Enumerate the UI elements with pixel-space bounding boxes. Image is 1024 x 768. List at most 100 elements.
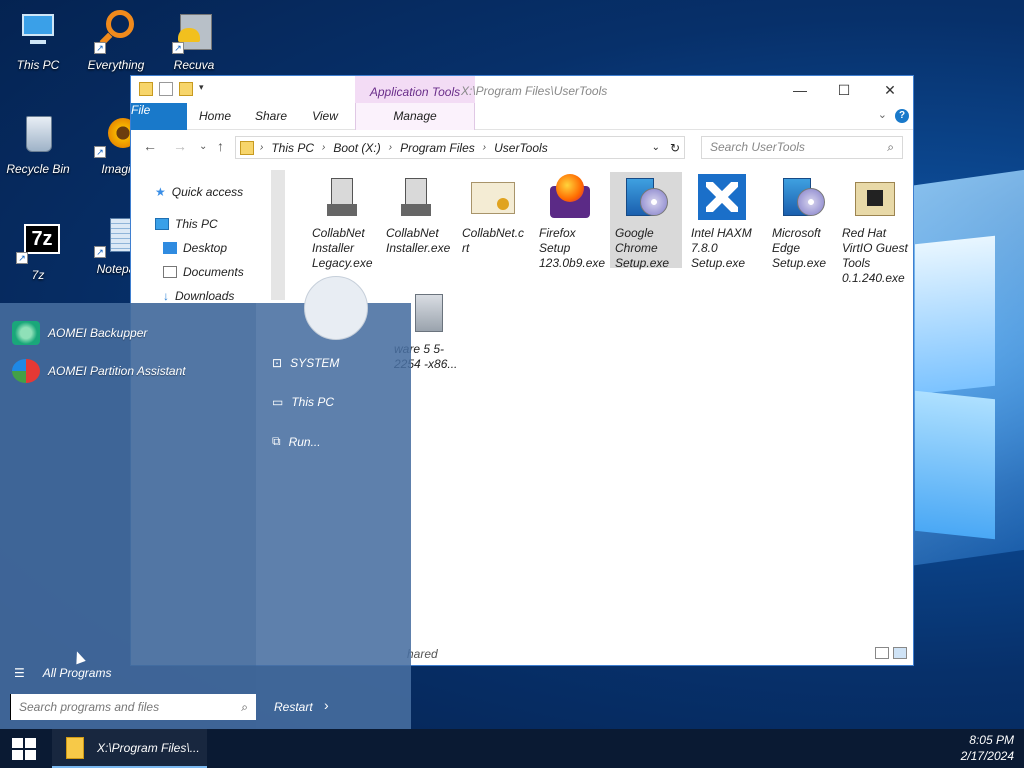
magnifier-icon: ↗ <box>94 10 138 54</box>
computer-icon <box>155 218 169 230</box>
customize-qat-icon[interactable]: ▾ <box>199 82 213 96</box>
navigation-bar: ← → ⌄ ↑ › This PC › Boot (X:) › Program … <box>131 130 913 164</box>
breadcrumb-boot-drive[interactable]: Boot (X:) <box>325 141 388 155</box>
start-item-aomei-backupper[interactable]: AOMEI Backupper <box>12 321 147 345</box>
window-title: X:\Program Files\UserTools <box>461 84 608 98</box>
folder-icon <box>139 82 153 96</box>
restart-button[interactable]: Restart <box>274 700 313 714</box>
setup-disc-icon <box>622 174 670 222</box>
address-bar[interactable]: › This PC › Boot (X:) › Program Files › … <box>235 136 685 159</box>
wallpaper-window-pane-top <box>915 235 995 395</box>
quick-access-toolbar: ▾ <box>139 82 213 96</box>
7z-icon: 7z ↗ <box>16 220 60 264</box>
start-search-placeholder: Search programs and files <box>19 700 160 714</box>
close-button[interactable]: ✕ <box>873 80 907 100</box>
file-item[interactable]: Microsoft Edge Setup.exe <box>767 172 839 271</box>
file-item[interactable]: Intel HAXM 7.8.0 Setup.exe <box>686 172 758 271</box>
system-clock[interactable]: 8:05 PM 2/17/2024 <box>961 732 1014 764</box>
start-item-aomei-partition-assistant[interactable]: AOMEI Partition Assistant <box>12 359 186 383</box>
file-item[interactable]: CollabNet Installer.exe <box>381 172 453 256</box>
taskbar: X:\Program Files\... 8:05 PM 2/17/2024 <box>0 729 1024 768</box>
nav-documents[interactable]: Documents <box>163 265 244 279</box>
desktop-icon-7z[interactable]: 7z ↗ 7z <box>0 220 76 282</box>
breadcrumb-separator-icon: › <box>260 142 264 153</box>
title-bar[interactable]: ▾ Application Tools X:\Program Files\Use… <box>131 76 913 103</box>
breadcrumb-this-pc[interactable]: This PC <box>263 141 322 155</box>
setup-disc-icon <box>779 174 827 222</box>
file-item[interactable]: CollabNet.c rt <box>457 172 529 256</box>
start-right-run[interactable]: ⧉ Run... <box>272 434 321 449</box>
run-icon: ⧉ <box>272 434 281 448</box>
file-item[interactable]: CollabNet Installer Legacy.exe <box>307 172 379 271</box>
shortcut-arrow-icon: ↗ <box>16 252 28 264</box>
tab-manage[interactable]: Manage <box>355 103 475 130</box>
search-icon: ⌕ <box>241 700 248 714</box>
tab-view[interactable]: View <box>303 103 347 130</box>
windows-logo-icon <box>12 738 23 748</box>
computer-icon <box>16 10 60 54</box>
recuva-icon: ↗ <box>172 10 216 54</box>
file-item[interactable]: Red Hat VirtIO Guest Tools 0.1.240.exe <box>837 172 913 286</box>
start-menu: AOMEI Backupper AOMEI Partition Assistan… <box>0 276 411 729</box>
maximize-button[interactable]: ☐ <box>827 80 861 100</box>
aomei-partition-icon <box>12 359 40 383</box>
minimize-button[interactable]: — <box>783 80 817 100</box>
taskbar-item-explorer[interactable]: X:\Program Files\... <box>52 729 207 768</box>
tab-home[interactable]: Home <box>193 103 237 130</box>
details-view-icon[interactable] <box>875 647 889 659</box>
nav-pane-scrollbar[interactable] <box>271 170 285 300</box>
start-right-this-pc[interactable]: ▭ This PC <box>272 395 334 409</box>
certificate-icon <box>469 174 517 222</box>
wallpaper-window-pane-bottom <box>915 390 995 540</box>
expand-ribbon-icon[interactable]: ⌄ <box>878 108 887 121</box>
file-item[interactable]: Firefox Setup 123.0b9.exe <box>534 172 606 271</box>
search-icon: ⌕ <box>887 140 894 154</box>
status-text: hared <box>407 647 438 661</box>
ribbon-tabs: File Home Share View Manage ⌄ ? <box>131 103 913 130</box>
star-icon: ★ <box>155 185 166 199</box>
power-options-arrow-icon[interactable]: › <box>324 697 329 713</box>
up-arrow-icon[interactable]: ↑ <box>217 138 224 154</box>
laptop-icon: ▭ <box>272 395 284 409</box>
desktop-icon-recycle-bin[interactable]: Recycle Bin <box>0 114 76 176</box>
tab-file[interactable]: File <box>131 103 187 130</box>
nav-quick-access[interactable]: ★ Quick access <box>155 185 243 199</box>
start-search-input[interactable]: Search programs and files ⌕ <box>10 694 256 720</box>
back-arrow-icon[interactable]: ← <box>143 138 157 154</box>
tab-share[interactable]: Share <box>249 103 293 130</box>
breadcrumb-usertools[interactable]: UserTools <box>486 141 556 155</box>
file-item-selected[interactable]: Google Chrome Setup.exe <box>610 172 682 270</box>
desktop-icon-recuva[interactable]: ↗ Recuva <box>156 10 232 72</box>
documents-icon <box>163 266 177 278</box>
search-input[interactable]: Search UserTools ⌕ <box>701 136 903 159</box>
help-icon[interactable]: ? <box>895 109 909 123</box>
aomei-backupper-icon <box>12 321 40 345</box>
start-right-system[interactable]: ⊡ SYSTEM <box>272 356 339 370</box>
all-programs-button[interactable]: ☰ All Programs <box>14 666 111 680</box>
nav-desktop[interactable]: Desktop <box>163 241 227 255</box>
start-button[interactable] <box>12 738 36 760</box>
desktop-icon-everything[interactable]: ↗ Everything <box>78 10 154 72</box>
user-folder-icon: ⊡ <box>272 356 283 370</box>
installer-computer-icon <box>319 174 367 222</box>
refresh-icon[interactable]: ↻ <box>670 141 680 155</box>
new-folder-icon[interactable] <box>179 82 193 96</box>
recent-locations-icon[interactable]: ⌄ <box>199 141 207 152</box>
breadcrumb-program-files[interactable]: Program Files <box>392 141 483 155</box>
large-icons-view-icon[interactable] <box>893 647 907 659</box>
nav-this-pc[interactable]: This PC <box>155 217 218 231</box>
clock-time: 8:05 PM <box>969 733 1014 747</box>
address-dropdown-icon[interactable]: ⌄ <box>652 142 660 153</box>
installer-computer-icon <box>393 174 441 222</box>
view-toggle <box>875 647 907 659</box>
shortcut-arrow-icon: ↗ <box>94 42 106 54</box>
properties-icon[interactable] <box>159 82 173 96</box>
haxm-icon <box>698 174 746 222</box>
nav-downloads[interactable]: ↓ Downloads <box>163 289 234 303</box>
folder-icon <box>66 737 84 759</box>
download-arrow-icon: ↓ <box>163 289 169 303</box>
desktop-icon-this-pc[interactable]: This PC <box>0 10 76 72</box>
user-avatar[interactable] <box>304 276 368 340</box>
forward-arrow-icon[interactable]: → <box>173 138 187 154</box>
shortcut-arrow-icon: ↗ <box>94 246 106 258</box>
